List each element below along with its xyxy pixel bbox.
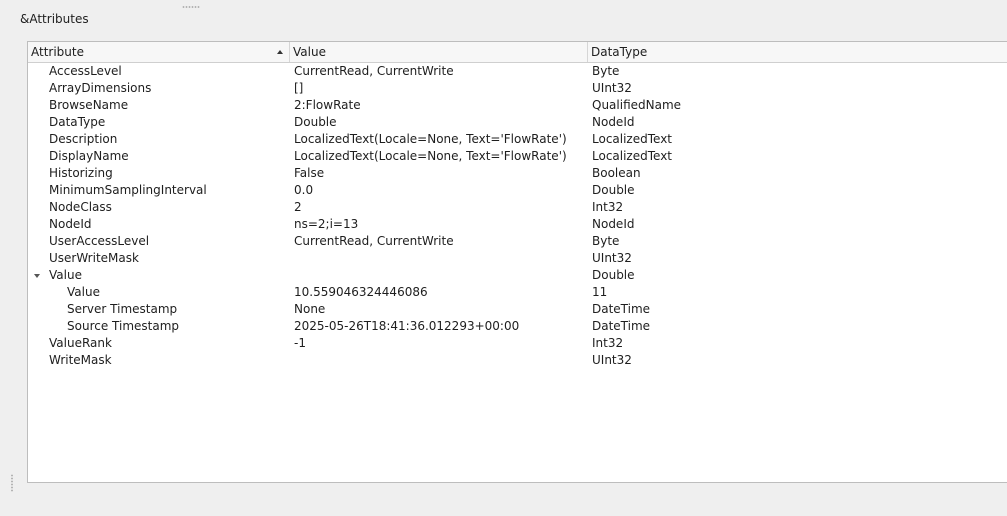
attribute-cell: UserAccessLevel: [49, 234, 150, 248]
value-cell: []: [294, 81, 304, 95]
table-row[interactable]: BrowseName 2:FlowRate QualifiedName: [28, 97, 1007, 114]
table-row[interactable]: NodeClass 2 Int32: [28, 199, 1007, 216]
table-row-expandable[interactable]: Value Double: [28, 267, 1007, 284]
attribute-cell: ValueRank: [49, 336, 112, 350]
value-cell: False: [294, 166, 325, 180]
value-cell: 2: [294, 200, 302, 214]
tree-rows: AccessLevel CurrentRead, CurrentWrite By…: [28, 63, 1007, 369]
datatype-cell: LocalizedText: [592, 149, 673, 163]
column-header-datatype-label: DataType: [591, 45, 648, 59]
attribute-cell: BrowseName: [49, 98, 129, 112]
attributes-panel: &Attributes Attribute Value DataType Acc…: [0, 0, 1007, 516]
tree-header: Attribute Value DataType: [28, 42, 1007, 63]
attribute-cell: Server Timestamp: [67, 302, 178, 316]
attribute-cell: Value: [49, 268, 82, 282]
dock-grip-top-icon[interactable]: [182, 6, 200, 8]
datatype-cell: NodeId: [592, 217, 635, 231]
dock-grip-left-icon[interactable]: [11, 474, 13, 492]
table-row[interactable]: MinimumSamplingInterval 0.0 Double: [28, 182, 1007, 199]
datatype-cell: UInt32: [592, 353, 632, 367]
value-cell: 2:FlowRate: [294, 98, 361, 112]
expand-arrow-icon[interactable]: [34, 274, 40, 278]
value-cell: [294, 352, 588, 369]
attribute-cell: NodeId: [49, 217, 92, 231]
table-row[interactable]: AccessLevel CurrentRead, CurrentWrite By…: [28, 63, 1007, 80]
table-row[interactable]: UserAccessLevel CurrentRead, CurrentWrit…: [28, 233, 1007, 250]
value-cell: -1: [294, 336, 306, 350]
datatype-cell: UInt32: [592, 251, 632, 265]
attribute-cell: Historizing: [49, 166, 113, 180]
attributes-group-title: &Attributes: [20, 12, 89, 26]
value-cell: LocalizedText(Locale=None, Text='FlowRat…: [294, 132, 567, 146]
attribute-cell: DataType: [49, 115, 106, 129]
attribute-cell: WriteMask: [49, 353, 112, 367]
datatype-cell: Boolean: [592, 166, 641, 180]
column-header-datatype[interactable]: DataType: [588, 42, 1007, 62]
datatype-cell: DateTime: [592, 302, 651, 316]
attribute-cell: MinimumSamplingInterval: [49, 183, 207, 197]
datatype-cell: QualifiedName: [592, 98, 682, 112]
table-row[interactable]: Description LocalizedText(Locale=None, T…: [28, 131, 1007, 148]
table-row[interactable]: ValueRank -1 Int32: [28, 335, 1007, 352]
value-cell: [294, 267, 588, 284]
datatype-cell: Int32: [592, 200, 624, 214]
column-header-value-label: Value: [293, 45, 326, 59]
value-cell: Double: [294, 115, 337, 129]
attribute-cell: Source Timestamp: [67, 319, 180, 333]
column-header-value[interactable]: Value: [290, 42, 588, 62]
attribute-cell: UserWriteMask: [49, 251, 139, 265]
datatype-cell: Byte: [592, 64, 620, 78]
attribute-cell: Value: [67, 285, 100, 299]
value-cell: 2025-05-26T18:41:36.012293+00:00: [294, 319, 520, 333]
value-cell: [294, 250, 588, 267]
value-cell: CurrentRead, CurrentWrite: [294, 64, 454, 78]
table-row[interactable]: DataType Double NodeId: [28, 114, 1007, 131]
attribute-cell: NodeClass: [49, 200, 112, 214]
value-cell: ns=2;i=13: [294, 217, 359, 231]
table-row-child[interactable]: Source Timestamp 2025-05-26T18:41:36.012…: [28, 318, 1007, 335]
table-row[interactable]: ArrayDimensions [] UInt32: [28, 80, 1007, 97]
value-cell: LocalizedText(Locale=None, Text='FlowRat…: [294, 149, 567, 163]
table-row[interactable]: NodeId ns=2;i=13 NodeId: [28, 216, 1007, 233]
datatype-cell: Byte: [592, 234, 620, 248]
table-row-child[interactable]: Server Timestamp None DateTime: [28, 301, 1007, 318]
datatype-cell: UInt32: [592, 81, 632, 95]
table-row-child[interactable]: Value 10.559046324446086 11: [28, 284, 1007, 301]
datatype-cell: DateTime: [592, 319, 651, 333]
value-cell: 0.0: [294, 183, 314, 197]
datatype-cell: NodeId: [592, 115, 635, 129]
column-header-attribute[interactable]: Attribute: [28, 42, 290, 62]
column-header-attribute-label: Attribute: [31, 45, 84, 59]
value-cell: None: [294, 302, 326, 316]
table-row[interactable]: WriteMask UInt32: [28, 352, 1007, 369]
datatype-cell: Double: [592, 183, 635, 197]
attribute-cell: Description: [49, 132, 118, 146]
sort-ascending-icon: [277, 50, 283, 54]
attribute-cell: AccessLevel: [49, 64, 122, 78]
attribute-cell: DisplayName: [49, 149, 129, 163]
table-row[interactable]: UserWriteMask UInt32: [28, 250, 1007, 267]
attributes-tree-view[interactable]: Attribute Value DataType AccessLevel Cur…: [27, 41, 1007, 483]
table-row[interactable]: DisplayName LocalizedText(Locale=None, T…: [28, 148, 1007, 165]
value-cell: 10.559046324446086: [294, 285, 428, 299]
value-cell: CurrentRead, CurrentWrite: [294, 234, 454, 248]
datatype-cell: 11: [592, 285, 608, 299]
attribute-cell: ArrayDimensions: [49, 81, 152, 95]
datatype-cell: Double: [592, 268, 635, 282]
table-row[interactable]: Historizing False Boolean: [28, 165, 1007, 182]
datatype-cell: LocalizedText: [592, 132, 673, 146]
datatype-cell: Int32: [592, 336, 624, 350]
